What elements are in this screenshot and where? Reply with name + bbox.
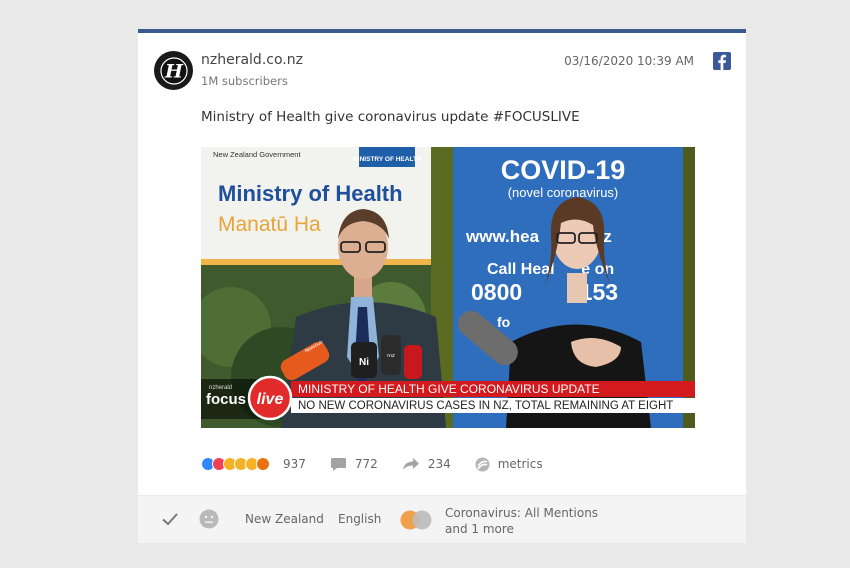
metrics-icon <box>475 457 490 471</box>
reactions-count-value: 937 <box>283 457 306 471</box>
mic-label-rnz: ʳⁿᶻ <box>387 352 395 361</box>
topic-tags[interactable]: Coronavirus: All Mentions and 1 more <box>445 505 598 537</box>
engagement-stats: 937 772 234 metrics <box>201 452 567 476</box>
banner-covid-subtitle: (novel coronavirus) <box>508 185 619 200</box>
post-card: H nzherald.co.nz 1M subscribers 03/16/20… <box>138 29 746 543</box>
svg-text:H: H <box>164 60 184 82</box>
mic-label-ni: Ni <box>359 357 369 368</box>
angry-reaction-icon <box>256 457 270 471</box>
location-tag[interactable]: New Zealand <box>245 512 324 526</box>
share-arrow-icon <box>402 458 419 470</box>
source-avatar[interactable]: H <box>154 51 193 90</box>
nzherald-h-logo-icon: H <box>159 56 188 85</box>
post-text: Ministry of Health give coronavirus upda… <box>201 109 580 125</box>
source-name[interactable]: nzherald.co.nz <box>201 52 303 68</box>
ministry-logo-text: MINISTRY OF HEALTH <box>352 156 422 163</box>
banner-covid-title: COVID-19 <box>501 155 626 185</box>
banner-covid-fo: fo <box>497 314 510 330</box>
comment-bubble-icon <box>330 457 346 471</box>
topic-primary: Coronavirus: All Mentions <box>445 506 599 520</box>
post-video-thumbnail[interactable]: New Zealand Government MINISTRY OF HEALT… <box>201 147 695 428</box>
facebook-icon[interactable] <box>713 52 731 70</box>
video-ticker: NO NEW CORONAVIRUS CASES IN NZ, TOTAL RE… <box>298 400 673 412</box>
comments-stat[interactable]: 772 <box>330 457 378 472</box>
shares-stat[interactable]: 234 <box>402 457 451 471</box>
neutral-face-icon[interactable] <box>199 509 219 529</box>
post-footer: New Zealand English Coronavirus: All Men… <box>138 495 746 543</box>
banner-covid-number: 0800 153 <box>471 279 618 305</box>
reaction-icons <box>201 457 270 471</box>
video-still-image: New Zealand Government MINISTRY OF HEALT… <box>201 147 695 428</box>
shares-count: 234 <box>427 457 451 471</box>
language-tag[interactable]: English <box>338 512 381 526</box>
banner-ministry-line1: Ministry of Health <box>218 181 403 206</box>
video-headline: MINISTRY OF HEALTH GIVE CORONAVIRUS UPDA… <box>298 382 600 396</box>
reactions-count[interactable]: 937 <box>283 457 306 471</box>
checkmark-icon[interactable] <box>162 512 178 526</box>
metrics-label: metrics <box>497 457 543 471</box>
topic-more: and 1 more <box>445 522 514 536</box>
banner-ministry-line2: Manatū Ha <box>218 213 321 236</box>
post-timestamp: 03/16/2020 10:39 AM <box>564 54 694 68</box>
focus-logo-text: focus <box>206 391 246 408</box>
topic-toggle[interactable] <box>400 510 434 530</box>
subscriber-count: 1M subscribers <box>201 74 288 88</box>
nz-government-label: New Zealand Government <box>213 150 301 159</box>
metrics-link[interactable]: metrics <box>475 457 543 472</box>
live-logo-text: live <box>257 391 284 408</box>
comments-count: 772 <box>354 457 378 471</box>
